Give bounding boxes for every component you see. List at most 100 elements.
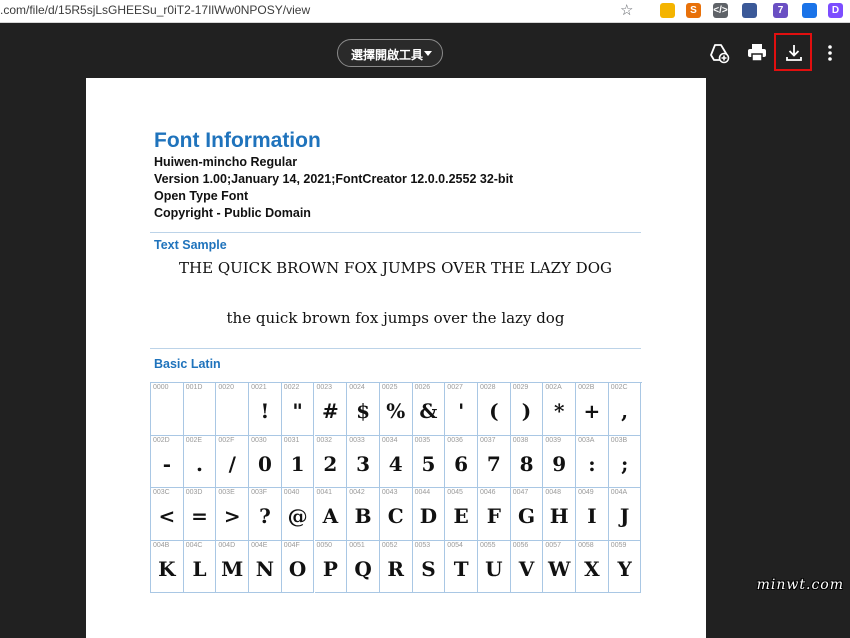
glyph-cell: 0040 @ [281,488,315,541]
bookmark-star-icon[interactable]: ☆ [620,1,633,19]
glyph-code: 0023 [316,384,333,391]
glyph-cell: 0044 D [412,488,446,541]
glyph-char: + [583,399,601,423]
glyph-cell: 0025% [379,383,413,436]
glyph-cell: 0027 ' [445,383,478,436]
glyph-code: 004C [185,541,203,549]
glyph-char: A [322,504,339,528]
glyph-cell: 0048 H [543,488,577,541]
glyph-char: Y [617,556,632,581]
glyph-cell: 0059 Y [608,540,642,593]
open-with-button[interactable]: 選擇開啟工具 [337,39,443,67]
glyph-char: > [223,504,241,528]
glyph-char: 5 [421,451,436,476]
glyph-char: 0 [257,451,272,476]
glyph-cell: 004B K [151,540,184,593]
glyph-char: ) [521,399,532,423]
glyph-code: 0033 [349,436,365,444]
font-name: Huiwen-mincho Regular [154,155,298,169]
glyph-char: ' [458,399,465,423]
glyph-code: 0048 [545,489,561,496]
glyph-code: 0058 [578,541,594,549]
glyph-code: 0034 [381,436,398,444]
d-icon[interactable]: D [828,3,843,18]
glyph-cell: 0037 7 [478,435,511,488]
more-options-icon[interactable] [818,41,842,65]
glyph-code: 0036 [447,436,463,444]
glyph-cell: 004E N [249,540,282,593]
glyph-code: 0038 [512,436,529,444]
glyph-code: 002E [185,436,203,444]
glyph-cell: 0045 E [445,488,478,541]
add-to-drive-icon[interactable] [707,41,731,65]
glyph-code: 004E [251,541,268,549]
glyph-char: D [419,504,438,528]
glyph-char: G [517,504,536,528]
glyph-code: 0000 [153,384,169,391]
glyph-cell: 003F? [249,488,282,541]
text-sample-heading: Text Sample [154,238,227,252]
font-version: Version 1.00;January 14, 2021;FontCreato… [154,172,514,186]
glyph-cell: 0036 6 [445,435,478,488]
font-type: Open Type Font [154,189,249,203]
glyph-char: Q [354,556,372,581]
glyph-code: 0024 [349,384,365,391]
glyph-cell: 004D M [216,540,250,593]
glyph-char: V [518,556,535,581]
feather-icon[interactable] [742,3,757,18]
font-copyright: Copyright - Public Domain [154,206,311,220]
glyph-cell: 0053 S [412,540,446,593]
rocket-icon[interactable] [802,3,817,18]
sync-icon[interactable]: S [686,3,701,18]
code-icon[interactable]: </> [713,3,728,18]
glyph-code: 004F [283,541,300,549]
glyph-cell: 0000 [151,383,184,436]
glyph-cell: 0035 5 [412,435,446,488]
glyph-char: O [288,556,307,581]
glyph-code: 004D [218,541,236,549]
glyph-code: 003C [153,489,170,496]
badge-icon[interactable]: 7 [773,3,788,18]
glyph-code: 0042 [349,489,365,496]
glyph-code: 003B [610,436,628,444]
glyph-cell: 0051 Q [347,540,380,593]
sample-lowercase: the quick brown fox jumps over the lazy … [226,309,565,327]
url-text[interactable]: .com/file/d/15R5sjLsGHEESu_r0iT2-17IlWw0… [0,3,310,17]
glyph-cell: 003C < [151,488,184,541]
glyph-code: 0046 [480,489,496,496]
glyph-cell: 0021! [249,383,282,436]
glyph-char: @ [287,504,308,528]
glyph-code: 0043 [381,489,398,496]
glyph-char: . [196,451,204,476]
glyph-code: 0029 [512,384,529,391]
glyph-cell: 0024 $ [347,383,380,436]
glyph-cell: 0038 8 [510,435,544,488]
glyph-code: 0027 [447,384,463,391]
basic-latin-heading: Basic Latin [154,357,221,371]
pdf-page: Font Information Huiwen-mincho Regular V… [86,78,706,638]
glyph-char: / [228,451,236,476]
glyph-char: X [584,556,600,581]
glyph-code: 0032 [316,436,333,444]
divider [150,348,641,349]
page-title: Font Information [154,129,321,152]
glyph-code: 0035 [414,436,431,444]
glyph-cell: 0047 G [510,488,544,541]
watermark-logo: minwt.com [756,577,844,593]
glyph-char: < [158,504,176,528]
glyph-cell: 001D [183,383,217,436]
print-icon[interactable] [745,41,769,65]
glyph-char: U [485,556,503,581]
glyph-code: 0044 [414,489,431,496]
glyph-cell: 002F / [216,435,250,488]
glyph-char: * [554,399,565,423]
glyph-code: 003F [251,489,268,496]
glyph-cell: 0058 X [576,540,609,593]
glyph-cell: 004A J [608,488,642,541]
glyph-cell: 003D = [183,488,217,541]
glyph-char: # [321,399,339,423]
glyph-cell: 003A: [576,435,609,488]
glyph-char: M [221,556,244,581]
google-keep-icon[interactable] [660,3,675,18]
glyph-cell: 002E. [183,435,217,488]
